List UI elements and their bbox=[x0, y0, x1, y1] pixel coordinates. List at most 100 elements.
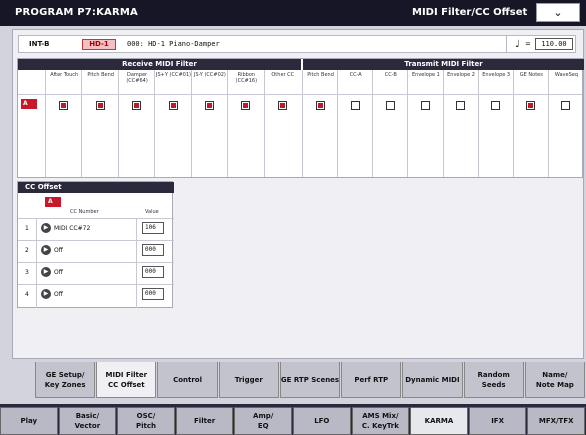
column-divider bbox=[512, 70, 514, 177]
page-tabs: GE Setup/ Key Zones MIDI Filter CC Offset… bbox=[35, 362, 586, 400]
main-panel: INT-B HD-1 000: HD-1 Piano-Damper ♩ = 11… bbox=[12, 29, 584, 359]
mode-tab-7[interactable]: KARMA bbox=[410, 407, 468, 435]
transmit-column-header: CC-A bbox=[349, 72, 362, 78]
popup-arrow-icon[interactable]: ▶ bbox=[41, 267, 51, 277]
midi-filter-table: Receive MIDI Filter Transmit MIDI Filter… bbox=[17, 58, 584, 178]
cc-number-label: CC Number bbox=[70, 209, 99, 215]
tab-3[interactable]: Trigger bbox=[218, 362, 279, 398]
column-divider bbox=[337, 70, 339, 177]
mode-tab-3[interactable]: Filter bbox=[175, 407, 234, 435]
transmit-filter-header: Transmit MIDI Filter bbox=[303, 59, 584, 70]
popup-arrow-icon[interactable]: ▶ bbox=[41, 223, 51, 233]
receive-filter-header: Receive MIDI Filter bbox=[18, 59, 301, 70]
quarter-note-icon: ♩ bbox=[515, 39, 520, 50]
cc-value-field[interactable]: 106 bbox=[142, 222, 164, 234]
mode-tab-0[interactable]: Play bbox=[0, 407, 58, 435]
program-bank: INT-B bbox=[29, 40, 50, 48]
receive-checkbox-0[interactable] bbox=[59, 101, 69, 110]
tab-2[interactable]: Control bbox=[157, 362, 218, 398]
transmit-column-header: Pitch Bend bbox=[307, 72, 334, 78]
cc-offset-panel: CC Offset A CC Number Value 1 ▶ MIDI CC#72… bbox=[17, 181, 174, 308]
cc-row-index: 3 bbox=[25, 269, 29, 276]
cc-number-select[interactable]: Off bbox=[54, 247, 63, 254]
column-divider bbox=[547, 70, 549, 177]
transmit-column-header: Envelope 3 bbox=[482, 72, 511, 78]
popup-arrow-icon[interactable]: ▶ bbox=[41, 289, 51, 299]
transmit-column-header: Envelope 2 bbox=[447, 72, 475, 78]
page-subtitle: MIDI Filter/CC Offset bbox=[412, 7, 528, 18]
transmit-column-header: GE Notes bbox=[519, 72, 543, 78]
column-divider bbox=[117, 70, 119, 177]
mode-tab-9[interactable]: MFX/TFX bbox=[527, 407, 585, 435]
cc-offset-row: 2 ▶ Off 000 bbox=[18, 240, 174, 260]
popup-arrow-icon[interactable]: ▶ bbox=[41, 245, 51, 255]
cc-row-index: 1 bbox=[25, 225, 29, 232]
transmit-column-header: CC-B bbox=[384, 72, 397, 78]
column-divider bbox=[154, 70, 156, 177]
transmit-checkbox-1[interactable] bbox=[350, 101, 360, 110]
column-divider bbox=[227, 70, 229, 177]
receive-column-header: JS+Y (CC#01) bbox=[156, 72, 191, 78]
tab-4[interactable]: GE RTP Scenes bbox=[279, 362, 341, 398]
column-divider bbox=[81, 70, 83, 177]
receive-column-header: Other CC bbox=[271, 72, 295, 78]
tempo-value[interactable]: 110.00 bbox=[535, 38, 573, 50]
cc-number-select[interactable]: MIDI CC#72 bbox=[54, 225, 90, 232]
header-bar: PROGRAM P7:KARMA MIDI Filter/CC Offset ⌄ bbox=[0, 0, 586, 26]
cc-number-select[interactable]: Off bbox=[54, 291, 63, 298]
transmit-checkbox-3[interactable] bbox=[420, 101, 430, 110]
receive-checkbox-5[interactable] bbox=[241, 101, 251, 110]
page-menu-button[interactable]: ⌄ bbox=[536, 3, 580, 22]
receive-column-header: After Touch bbox=[50, 72, 79, 78]
mode-tab-8[interactable]: IFX bbox=[468, 407, 527, 435]
receive-column-header: JS-Y (CC#02) bbox=[193, 72, 226, 78]
mode-tab-4[interactable]: Amp/ EQ bbox=[234, 407, 292, 435]
value-label: Value bbox=[145, 209, 159, 215]
receive-checkbox-2[interactable] bbox=[132, 101, 142, 110]
receive-checkbox-6[interactable] bbox=[277, 101, 287, 110]
tempo-field: ♩ = 110.00 bbox=[506, 35, 576, 53]
program-select[interactable]: INT-B HD-1 000: HD-1 Piano-Damper bbox=[18, 35, 517, 53]
transmit-checkbox-2[interactable] bbox=[385, 101, 395, 110]
mode-tab-6[interactable]: AMS Mix/ C. KeyTrk bbox=[351, 407, 410, 435]
receive-column-header: Ribbon (CC#16) bbox=[235, 72, 258, 84]
cc-row-index: 2 bbox=[25, 247, 29, 254]
column-divider bbox=[372, 70, 374, 177]
cc-offset-row: 4 ▶ Off 000 bbox=[18, 284, 174, 304]
column-divider bbox=[442, 70, 444, 177]
cc-value-field[interactable]: 000 bbox=[142, 288, 164, 300]
tab-0[interactable]: GE Setup/ Key Zones bbox=[35, 362, 96, 398]
program-name: 000: HD-1 Piano-Damper bbox=[127, 40, 220, 48]
mode-tab-1[interactable]: Basic/ Vector bbox=[58, 407, 117, 435]
tab-5[interactable]: Perf RTP bbox=[341, 362, 402, 398]
transmit-checkbox-7[interactable] bbox=[561, 101, 571, 110]
cc-value-field[interactable]: 000 bbox=[142, 244, 164, 256]
tab-6[interactable]: Dynamic MIDI bbox=[402, 362, 463, 398]
receive-checkbox-4[interactable] bbox=[204, 101, 214, 110]
column-divider bbox=[302, 70, 303, 177]
mode-tab-5[interactable]: LFO bbox=[293, 407, 351, 435]
transmit-checkbox-6[interactable] bbox=[526, 101, 536, 110]
mode-tabs: Play Basic/ Vector OSC/ Pitch Filter Amp/ EQ… bbox=[0, 404, 586, 435]
receive-checkbox-3[interactable] bbox=[168, 101, 178, 110]
divider bbox=[18, 94, 582, 95]
transmit-checkbox-4[interactable] bbox=[456, 101, 466, 110]
receive-column-header: Damper (CC#64) bbox=[126, 72, 148, 84]
tab-8[interactable]: Name/ Note Map bbox=[524, 362, 585, 398]
cc-row-index: 4 bbox=[25, 291, 29, 298]
transmit-column-header: WaveSeq bbox=[554, 72, 579, 78]
cc-offset-module: A bbox=[45, 197, 61, 207]
receive-checkbox-1[interactable] bbox=[95, 101, 105, 110]
receive-column-header: Pitch Bend bbox=[87, 72, 114, 78]
cc-number-select[interactable]: Off bbox=[54, 269, 63, 276]
mode-tab-2[interactable]: OSC/ Pitch bbox=[117, 407, 175, 435]
tab-7[interactable]: Random Seeds bbox=[463, 362, 524, 398]
transmit-checkbox-0[interactable] bbox=[315, 101, 325, 110]
screen: PROGRAM P7:KARMA MIDI Filter/CC Offset ⌄… bbox=[0, 0, 586, 435]
cc-offset-row: 1 ▶ MIDI CC#72 106 bbox=[18, 218, 174, 238]
row-label: A bbox=[21, 99, 37, 109]
cc-value-field[interactable]: 000 bbox=[142, 266, 164, 278]
tab-1[interactable]: MIDI Filter CC Offset bbox=[96, 362, 157, 398]
column-divider bbox=[190, 70, 192, 177]
transmit-checkbox-5[interactable] bbox=[491, 101, 501, 110]
